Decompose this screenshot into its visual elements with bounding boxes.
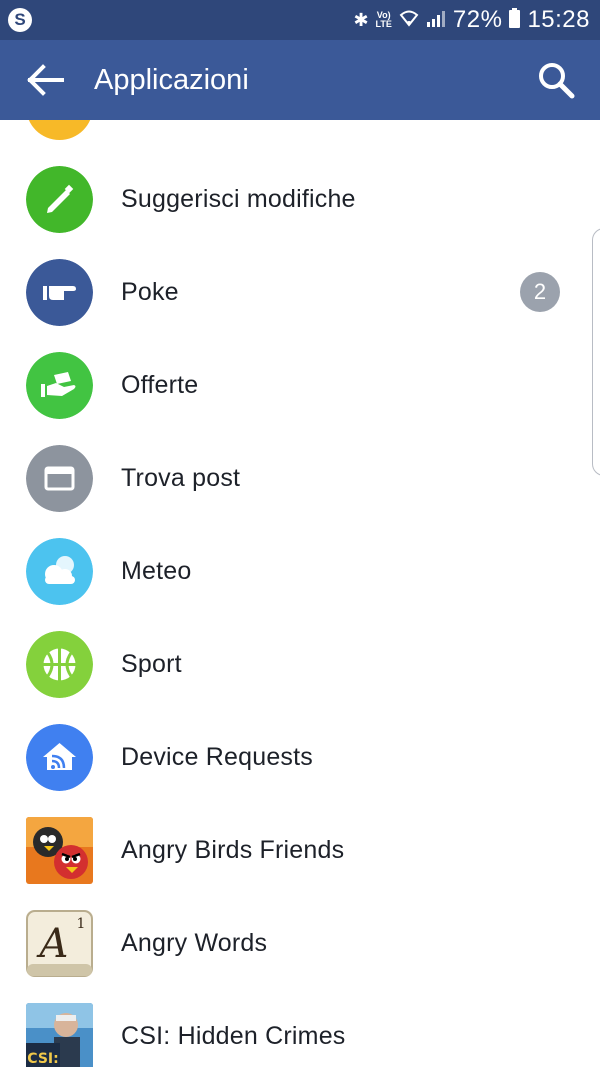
- search-button[interactable]: [536, 60, 576, 100]
- list-item-label: Device Requests: [121, 743, 313, 771]
- list-item-label: Trova post: [121, 464, 241, 492]
- list-item-suggerisci-modifiche[interactable]: Suggerisci modifiche: [0, 153, 600, 246]
- wifi-icon: [399, 9, 419, 32]
- angry-words-icon: A 1: [26, 910, 93, 977]
- arrow-left-icon: [27, 64, 64, 96]
- svg-text:A: A: [36, 921, 69, 967]
- poke-hand-icon: [26, 259, 93, 326]
- page-title: Applicazioni: [94, 64, 249, 96]
- cloud-icon: [26, 538, 93, 605]
- list-item-label: CSI: Hidden Crimes: [121, 1022, 346, 1050]
- svg-text:CSI:: CSI:: [27, 1051, 58, 1067]
- browser-window-icon: [26, 445, 93, 512]
- list-item-partial[interactable]: [0, 120, 600, 153]
- list-item-label: Meteo: [121, 557, 192, 585]
- volte-icon: Vo) LTE: [375, 10, 392, 29]
- clock: 15:28: [527, 6, 590, 33]
- list-item-poke[interactable]: Poke 2: [0, 246, 600, 339]
- list-item-csi-hidden-crimes[interactable]: CSI: CSI: Hidden Crimes: [0, 990, 600, 1067]
- app-circle-icon: [26, 120, 93, 140]
- svg-text:1: 1: [77, 916, 86, 932]
- battery-icon: [509, 7, 521, 33]
- bluetooth-icon: ✱: [353, 9, 369, 30]
- list-item-trova-post[interactable]: Trova post: [0, 432, 600, 525]
- skype-icon: S: [8, 8, 32, 32]
- pencil-icon: [26, 166, 93, 233]
- ball-icon: [26, 631, 93, 698]
- search-icon: [539, 63, 575, 99]
- signal-icon: [426, 9, 446, 32]
- battery-percentage: 72%: [452, 6, 503, 33]
- home-signal-icon: [26, 724, 93, 791]
- list-item-device-requests[interactable]: Device Requests: [0, 711, 600, 804]
- list-item-angry-words[interactable]: A 1 Angry Words: [0, 897, 600, 990]
- list-item-label: Offerte: [121, 371, 199, 399]
- list-item-angry-birds-friends[interactable]: Angry Birds Friends: [0, 804, 600, 897]
- list-item-label: Suggerisci modifiche: [121, 185, 356, 213]
- list-item-label: Poke: [121, 278, 179, 306]
- list-item-label: Sport: [121, 650, 182, 678]
- edge-panel-handle[interactable]: [592, 228, 600, 476]
- status-bar: S ✱ Vo) LTE 72% 15:28: [0, 0, 600, 40]
- app-bar: Applicazioni: [0, 40, 600, 120]
- list-item-label: Angry Words: [121, 929, 268, 957]
- notification-badge: 2: [520, 272, 560, 312]
- list-item-label: Angry Birds Friends: [121, 836, 345, 864]
- applications-list: Suggerisci modifiche Poke 2 Offerte Trov…: [0, 120, 600, 1067]
- list-item-sport[interactable]: Sport: [0, 618, 600, 711]
- list-item-meteo[interactable]: Meteo: [0, 525, 600, 618]
- back-button[interactable]: [26, 62, 66, 98]
- csi-icon: CSI:: [26, 1003, 93, 1067]
- offer-hand-icon: [26, 352, 93, 419]
- angry-birds-icon: [26, 817, 93, 884]
- list-item-offerte[interactable]: Offerte: [0, 339, 600, 432]
